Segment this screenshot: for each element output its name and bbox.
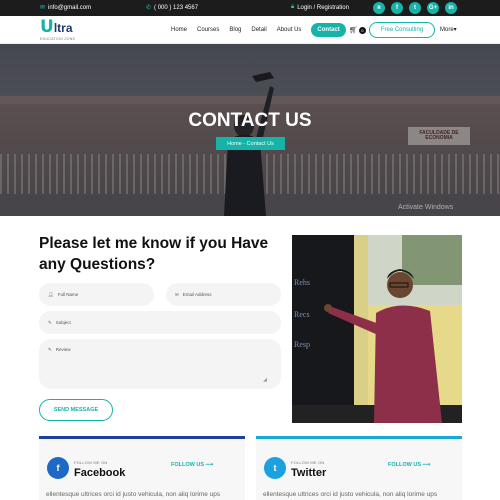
page-banner: FACULDADE DE ECONOMIA CONTACT US Home - … bbox=[0, 44, 500, 216]
main-navbar: Ultra EDUCATION ZONE Home Courses Blog D… bbox=[0, 16, 500, 44]
lock-icon: 🔒︎ bbox=[291, 4, 295, 10]
teacher-illustration: Rehs Recs Resp bbox=[292, 235, 462, 423]
nav-menu: Home Courses Blog Detail About Us Contac… bbox=[171, 23, 354, 37]
card-label: FOLLOW ME ON bbox=[291, 460, 325, 465]
form-heading: Please let me know if you Have any Quest… bbox=[39, 235, 269, 273]
facebook-icon[interactable]: f bbox=[47, 457, 69, 479]
nav-courses[interactable]: Courses bbox=[197, 27, 219, 33]
twitter-icon[interactable]: t bbox=[264, 457, 286, 479]
phone-icon: ✆ bbox=[146, 5, 152, 11]
mail-icon: ✉ bbox=[40, 5, 46, 11]
svg-text:Recs: Recs bbox=[294, 310, 310, 319]
card-description: ellentesque ultrices orci id justo vehic… bbox=[263, 491, 438, 498]
login-link[interactable]: 🔒︎ Login / Registration bbox=[291, 4, 349, 11]
review-textarea[interactable]: ✎ Review ◢ bbox=[39, 339, 281, 389]
arrow-right-icon: ⟶ bbox=[205, 462, 214, 468]
resize-handle-icon[interactable]: ◢ bbox=[263, 377, 267, 383]
cart-button[interactable]: 🛒︎ 0 bbox=[349, 26, 366, 34]
card-description: ellentesque ultrices orci id justo vehic… bbox=[46, 491, 221, 498]
nav-contact[interactable]: Contact bbox=[311, 23, 346, 37]
twitter-icon[interactable]: t bbox=[409, 2, 421, 14]
follow-us-link[interactable]: FOLLOW US ⟶ bbox=[388, 462, 430, 468]
phone-text: ( 000 ) 123 4567 bbox=[154, 4, 199, 11]
facebook-icon[interactable]: f bbox=[391, 2, 403, 14]
arrow-right-icon: ⟶ bbox=[422, 462, 431, 468]
windows-watermark: Activate Windows bbox=[398, 204, 454, 211]
more-label: More bbox=[440, 27, 454, 33]
pencil-icon: ✎ bbox=[48, 347, 52, 352]
card-accent-bar bbox=[39, 436, 245, 439]
svg-text:Resp: Resp bbox=[294, 340, 310, 349]
follow-us-label: FOLLOW US bbox=[388, 462, 421, 468]
pencil-icon: ✎ bbox=[48, 319, 52, 325]
user-icon: 👤︎ bbox=[48, 291, 54, 297]
teacher-photo: Rehs Recs Resp bbox=[292, 235, 462, 423]
email-field[interactable]: ✉ Email Address bbox=[166, 283, 281, 306]
twitter-follow-card: t FOLLOW ME ON Twitter FOLLOW US ⟶ ellen… bbox=[256, 436, 462, 500]
cart-icon: 🛒︎ bbox=[349, 27, 358, 34]
site-logo[interactable]: Ultra EDUCATION ZONE bbox=[40, 17, 76, 42]
follow-us-label: FOLLOW US bbox=[171, 462, 204, 468]
breadcrumb[interactable]: Home - Contact Us bbox=[216, 137, 285, 150]
facebook-follow-card: f FOLLOW ME ON Facebook FOLLOW US ⟶ elle… bbox=[39, 436, 245, 500]
subject-placeholder: Subject bbox=[55, 320, 71, 325]
nav-home[interactable]: Home bbox=[171, 27, 187, 33]
nav-about-us[interactable]: About Us bbox=[277, 27, 302, 33]
cart-count: 0 bbox=[358, 26, 366, 34]
google-plus-icon[interactable]: G+ bbox=[427, 2, 439, 14]
caret-down-icon: ▾ bbox=[453, 27, 457, 33]
full-name-field[interactable]: 👤︎ Full Name bbox=[39, 283, 154, 306]
contact-phone[interactable]: ✆ ( 000 ) 123 4567 bbox=[146, 4, 199, 12]
top-bar: ✉ info@gmail.com ✆ ( 000 ) 123 4567 🔒︎ L… bbox=[0, 0, 500, 16]
review-placeholder: Review bbox=[55, 347, 71, 352]
contact-email[interactable]: ✉ info@gmail.com bbox=[40, 4, 92, 12]
nav-blog[interactable]: Blog bbox=[229, 27, 241, 33]
svg-text:Rehs: Rehs bbox=[294, 278, 310, 287]
more-menu[interactable]: More▾ bbox=[440, 26, 457, 33]
subject-field[interactable]: ✎ Subject bbox=[39, 311, 281, 334]
card-network-name: Twitter bbox=[291, 467, 327, 479]
nav-detail[interactable]: Detail bbox=[251, 27, 266, 33]
social-links: ʀ f t G+ in bbox=[373, 2, 457, 14]
free-consulting-button[interactable]: Free Consulting bbox=[369, 22, 435, 38]
email-text: info@gmail.com bbox=[48, 4, 92, 11]
login-text: Login / Registration bbox=[297, 4, 349, 11]
card-accent-bar bbox=[256, 436, 462, 439]
card-network-name: Facebook bbox=[74, 467, 126, 479]
page-title: CONTACT US bbox=[188, 110, 312, 131]
rss-icon[interactable]: ʀ bbox=[373, 2, 385, 14]
linkedin-icon[interactable]: in bbox=[445, 2, 457, 14]
send-message-button[interactable]: SEND MESSAGE bbox=[39, 399, 113, 421]
logo-text: ltra bbox=[53, 21, 73, 35]
follow-us-link[interactable]: FOLLOW US ⟶ bbox=[171, 462, 213, 468]
envelope-icon: ✉ bbox=[175, 291, 179, 297]
full-name-placeholder: Full Name bbox=[57, 292, 79, 297]
card-label: FOLLOW ME ON bbox=[74, 460, 108, 465]
logo-letter: U bbox=[40, 17, 54, 37]
email-placeholder: Email Address bbox=[182, 292, 212, 297]
logo-tagline: EDUCATION ZONE bbox=[40, 37, 76, 41]
